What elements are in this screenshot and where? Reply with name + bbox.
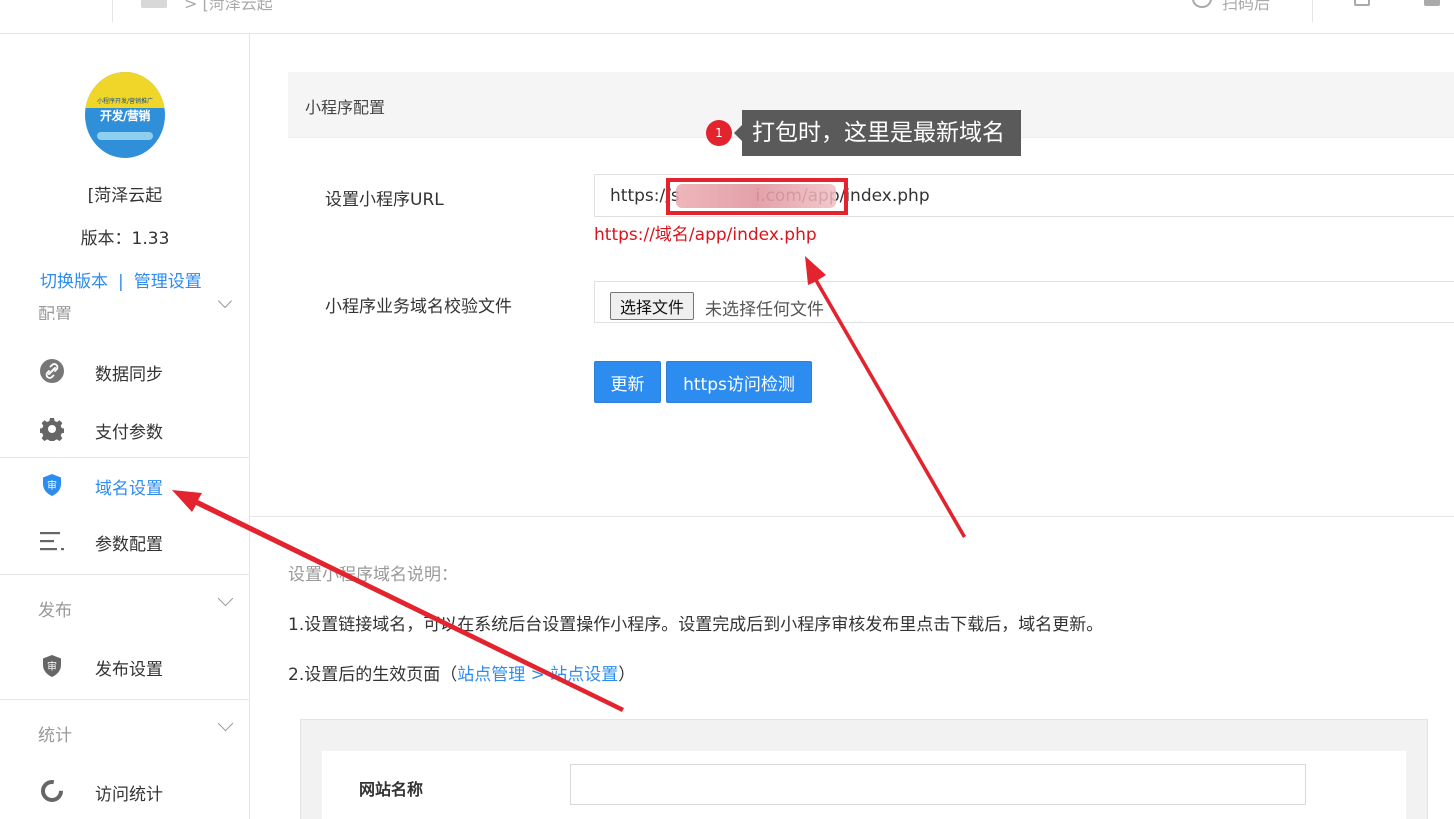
sidebar: 小程序开发/营销推广 开发/营销 [菏泽云起 版本：1.33 切换版本 | 管理设置… (0, 34, 250, 819)
top-bar: > [菏泽云起 扫码后 (0, 0, 1454, 34)
sidebar-item-label: 参数配置 (95, 535, 163, 555)
file-upload-field: 选择文件 未选择任何文件 (594, 281, 1454, 323)
home-icon[interactable] (141, 0, 167, 8)
version-label: 版本：1.33 (80, 229, 170, 249)
section-divider (250, 516, 1454, 517)
app-logo: 小程序开发/营销推广 开发/营销 (85, 72, 165, 158)
choose-file-button[interactable]: 选择文件 (610, 292, 695, 320)
chevron-down-icon[interactable] (217, 715, 234, 732)
topbar-divider (112, 0, 113, 22)
highlight-box (666, 178, 848, 215)
link-icon (40, 359, 64, 383)
url-label: 设置小程序URL (325, 190, 444, 210)
line2-prefix: 2.设置后的生效页面（ (288, 665, 458, 685)
svg-text:审: 审 (47, 479, 57, 492)
url-hint: https://域名/app/index.php (594, 225, 817, 245)
logo-text: 开发/营销 (100, 109, 150, 123)
mobile-icon[interactable] (1354, 0, 1370, 6)
switch-version-link[interactable]: 切换版本 (40, 272, 108, 292)
site-manage-link[interactable]: 站点管理 (457, 665, 525, 685)
manage-settings-link[interactable]: 管理设置 (134, 272, 202, 292)
sidebar-divider (0, 699, 249, 700)
description-line-1: 1.设置链接域名，可以在系统后台设置操作小程序。设置完成后到小程序审核发布里点击… (288, 615, 1104, 635)
file-status: 未选择任何文件 (705, 300, 824, 320)
sidebar-links: 切换版本 | 管理设置 (40, 267, 202, 292)
list-icon (40, 532, 64, 551)
chevron-down-icon[interactable] (217, 293, 233, 309)
sidebar-item-label: 发布设置 (95, 660, 163, 680)
sidebar-item-data-sync[interactable]: 数据同步 (0, 346, 249, 396)
file-label: 小程序业务域名校验文件 (325, 297, 512, 317)
sidebar-item-publish-settings[interactable]: 审 发布设置 (0, 641, 249, 691)
sidebar-divider (0, 457, 249, 458)
panel-title: 小程序配置 (305, 98, 386, 117)
group-stats-title[interactable]: 统计 (38, 721, 72, 746)
sidebar-item-label: 域名设置 (95, 479, 163, 499)
sidebar-item-payment[interactable]: 支付参数 (0, 404, 249, 454)
line2-suffix: ） (618, 665, 636, 685)
bell-icon[interactable] (1424, 0, 1440, 6)
https-check-button[interactable]: https访问检测 (666, 361, 812, 403)
shield-icon: 审 (43, 655, 61, 677)
sidebar-item-visit-stats[interactable]: 访问统计 (0, 766, 249, 816)
site-name: [菏泽云起 (87, 186, 163, 206)
breadcrumb-current: [菏泽云起 (202, 0, 273, 13)
group-publish-title[interactable]: 发布 (38, 596, 72, 621)
sidebar-item-label: 访问统计 (95, 785, 163, 805)
shield-icon: 审 (43, 474, 61, 496)
svg-text:审: 审 (47, 660, 57, 673)
gear-icon (40, 418, 64, 441)
link-separator: | (118, 272, 124, 292)
description-title: 设置小程序域名说明： (288, 565, 458, 585)
breadcrumb-separator: > (525, 665, 551, 685)
sidebar-item-domain[interactable]: 审 域名设置 (0, 460, 249, 510)
site-settings-link[interactable]: 站点设置 (550, 665, 618, 685)
scan-label[interactable]: 扫码后 (1222, 0, 1270, 14)
update-button[interactable]: 更新 (594, 361, 661, 403)
chevron-down-icon[interactable] (217, 590, 234, 607)
sidebar-item-params[interactable]: 参数配置 (0, 516, 249, 566)
embedded-site-name-label: 网站名称 (359, 780, 424, 799)
sidebar-item-label: 支付参数 (95, 423, 163, 443)
breadcrumb[interactable]: > [菏泽云起 (184, 0, 273, 14)
description-line-2: 2.设置后的生效页面（站点管理 > 站点设置） (288, 660, 635, 685)
annotation-badge: 1 (706, 120, 732, 146)
sidebar-item-label: 数据同步 (95, 365, 163, 385)
topbar-divider (1312, 0, 1313, 22)
refresh-icon (41, 780, 63, 802)
sidebar-divider (0, 574, 249, 575)
scan-icon[interactable] (1192, 0, 1212, 8)
embedded-site-name-input (570, 764, 1306, 805)
section-config-title[interactable]: 配置 (38, 300, 72, 320)
annotation-tooltip: 打包时，这里是最新域名 (734, 110, 1021, 156)
